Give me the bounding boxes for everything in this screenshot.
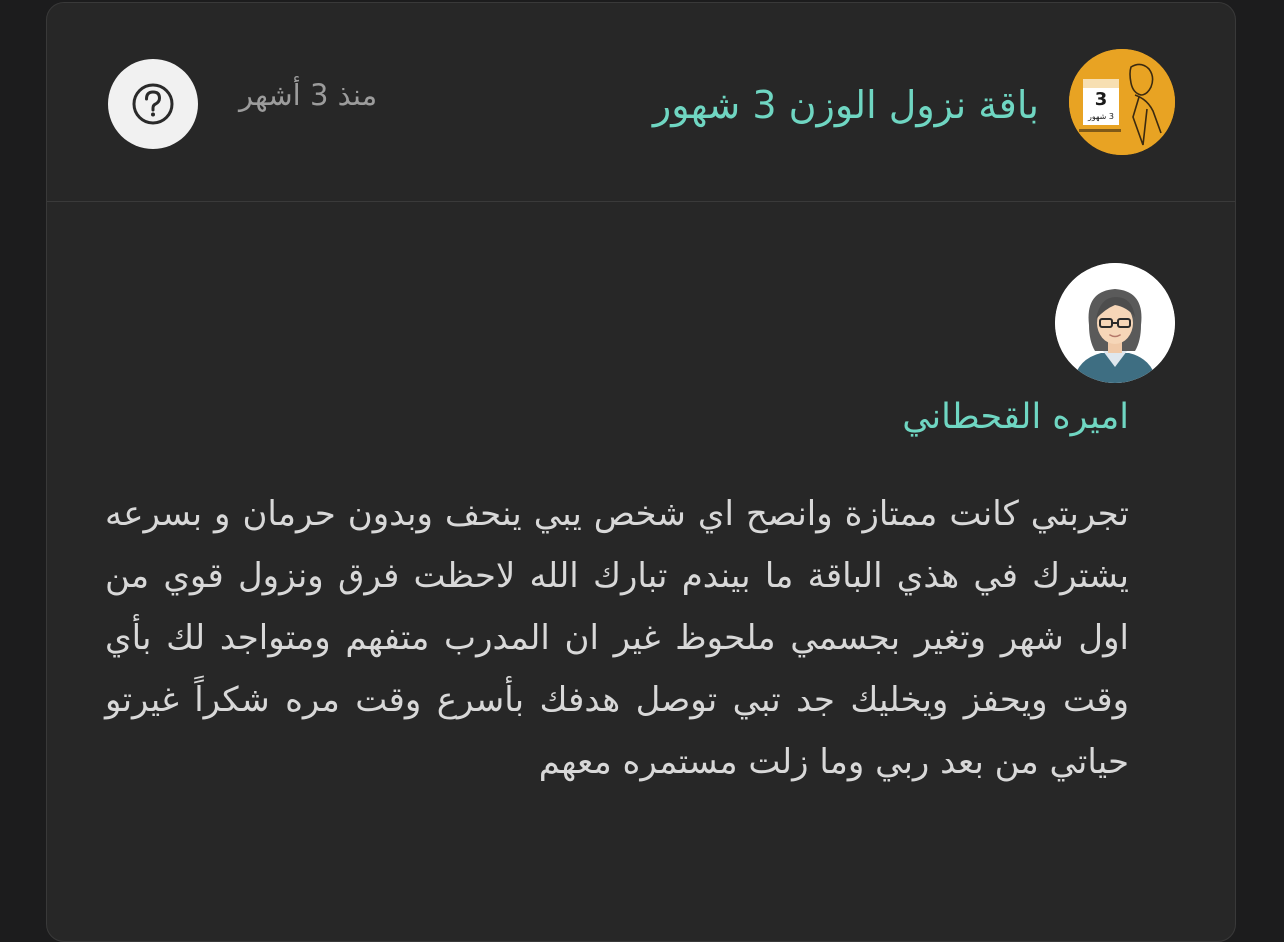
help-button[interactable]: [108, 59, 198, 149]
reviewer-name: اميره القحطاني: [902, 397, 1129, 437]
card-header: 3 3 شهور باقة نزول الوزن 3 شهور منذ 3 أش…: [47, 3, 1235, 202]
package-thumbnail[interactable]: 3 3 شهور: [1069, 49, 1175, 155]
time-ago-label: منذ 3 أشهر: [239, 78, 378, 112]
package-title[interactable]: باقة نزول الوزن 3 شهور: [653, 77, 1039, 133]
thumbnail-text: 3 شهور: [1087, 112, 1114, 121]
review-body-text: تجربتي كانت ممتازة وانصح اي شخص يبي ينحف…: [105, 494, 1129, 782]
review-card: 3 3 شهور باقة نزول الوزن 3 شهور منذ 3 أش…: [46, 2, 1236, 942]
package-thumbnail-image: 3 3 شهور: [1069, 49, 1175, 155]
svg-text:3: 3: [1095, 89, 1108, 110]
woman-with-glasses-avatar-icon: [1055, 263, 1175, 383]
reviewer-avatar: [1055, 263, 1175, 383]
question-mark-circle-icon: [132, 83, 174, 125]
